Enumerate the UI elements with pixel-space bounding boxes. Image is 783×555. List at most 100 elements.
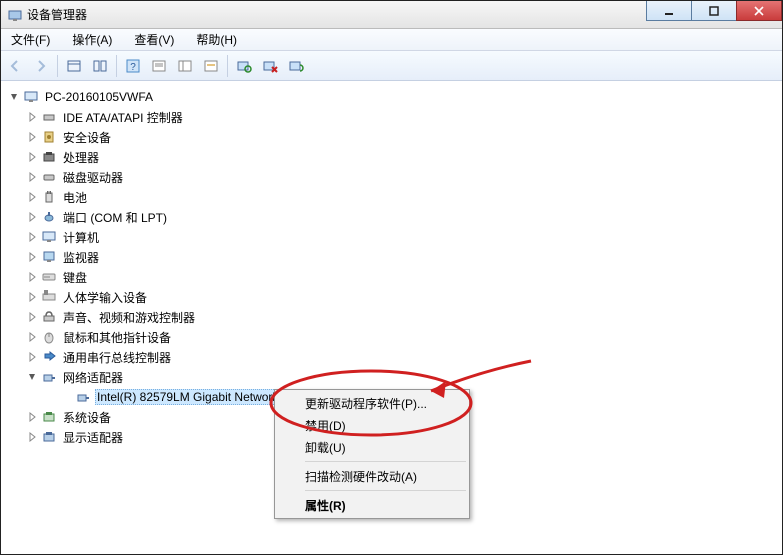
- ide-controller-icon: [41, 109, 57, 125]
- monitor-icon: [41, 249, 57, 265]
- device-manager-window: 设备管理器 文件(F) 操作(A) 查看(V) 帮助(H) ?: [0, 0, 783, 555]
- expand-icon[interactable]: [25, 230, 39, 244]
- display-adapter-icon: [41, 429, 57, 445]
- tree-category-label: 电池: [61, 188, 89, 207]
- menu-help[interactable]: 帮助(H): [190, 29, 243, 50]
- expand-icon[interactable]: [25, 190, 39, 204]
- tree-root-node[interactable]: PC-20160105VWFA: [7, 87, 782, 107]
- window-buttons: [647, 1, 782, 21]
- battery-icon: [41, 189, 57, 205]
- menu-uninstall[interactable]: 卸载(U): [277, 436, 467, 458]
- tree-category-label: 网络适配器: [61, 368, 125, 387]
- toolbar-extra-icon[interactable]: [199, 54, 223, 78]
- tree-category-label: IDE ATA/ATAPI 控制器: [61, 108, 185, 127]
- expand-icon[interactable]: [25, 330, 39, 344]
- computer-icon: [23, 89, 39, 105]
- maximize-button[interactable]: [691, 1, 737, 21]
- menu-properties[interactable]: 属性(R): [277, 494, 467, 516]
- svg-text:?: ?: [130, 62, 136, 73]
- toolbar-properties-icon[interactable]: [147, 54, 171, 78]
- security-device-icon: [41, 129, 57, 145]
- tree-category-node[interactable]: 计算机: [25, 227, 782, 247]
- audio-icon: [41, 309, 57, 325]
- toolbar: ?: [1, 51, 782, 81]
- usb-icon: [41, 349, 57, 365]
- tree-category-label: 监视器: [61, 248, 101, 267]
- tree-category-node[interactable]: 磁盘驱动器: [25, 167, 782, 187]
- tree-category-label: 显示适配器: [61, 428, 125, 447]
- close-button[interactable]: [736, 1, 782, 21]
- tree-category-node[interactable]: 通用串行总线控制器: [25, 347, 782, 367]
- menu-action[interactable]: 操作(A): [66, 29, 118, 50]
- menu-disable[interactable]: 禁用(D): [277, 414, 467, 436]
- expand-icon[interactable]: [25, 110, 39, 124]
- toolbar-update-icon[interactable]: [284, 54, 308, 78]
- network-card-icon: [75, 389, 91, 405]
- keyboard-icon: [41, 269, 57, 285]
- expand-icon[interactable]: [25, 290, 39, 304]
- expand-icon[interactable]: [25, 170, 39, 184]
- menu-update-driver[interactable]: 更新驱动程序软件(P)...: [277, 392, 467, 414]
- expand-icon[interactable]: [25, 350, 39, 364]
- toolbar-list-icon[interactable]: [88, 54, 112, 78]
- expand-icon[interactable]: [25, 210, 39, 224]
- separator-icon: [57, 55, 58, 77]
- tree-category-node[interactable]: 声音、视频和游戏控制器: [25, 307, 782, 327]
- context-menu: 更新驱动程序软件(P)... 禁用(D) 卸载(U) 扫描检测硬件改动(A) 属…: [274, 389, 470, 519]
- tree-category-label: 鼠标和其他指针设备: [61, 328, 173, 347]
- forward-button[interactable]: [29, 54, 53, 78]
- spacer: [59, 390, 73, 404]
- expand-icon[interactable]: [25, 130, 39, 144]
- separator-icon: [227, 55, 228, 77]
- hid-icon: [41, 289, 57, 305]
- menu-bar: 文件(F) 操作(A) 查看(V) 帮助(H): [1, 29, 782, 51]
- expand-icon[interactable]: [25, 150, 39, 164]
- menu-file[interactable]: 文件(F): [5, 29, 56, 50]
- tree-category-label: 计算机: [61, 228, 101, 247]
- expand-icon[interactable]: [25, 250, 39, 264]
- toolbar-details-icon[interactable]: [173, 54, 197, 78]
- expand-icon[interactable]: [25, 430, 39, 444]
- tree-category-node[interactable]: IDE ATA/ATAPI 控制器: [25, 107, 782, 127]
- port-icon: [41, 209, 57, 225]
- separator-icon: [116, 55, 117, 77]
- menu-separator: [305, 490, 466, 491]
- collapse-icon[interactable]: [7, 90, 21, 104]
- tree-category-node[interactable]: 监视器: [25, 247, 782, 267]
- menu-scan-hardware[interactable]: 扫描检测硬件改动(A): [277, 465, 467, 487]
- tree-category-node[interactable]: 端口 (COM 和 LPT): [25, 207, 782, 227]
- collapse-icon[interactable]: [25, 370, 39, 384]
- expand-icon[interactable]: [25, 310, 39, 324]
- back-button[interactable]: [3, 54, 27, 78]
- minimize-button[interactable]: [646, 1, 692, 21]
- system-device-icon: [41, 409, 57, 425]
- tree-category-label: 系统设备: [61, 408, 113, 427]
- tree-category-label: 安全设备: [61, 128, 113, 147]
- tree-category-label: 处理器: [61, 148, 101, 167]
- tree-category-label: 键盘: [61, 268, 89, 287]
- tree-category-label: 声音、视频和游戏控制器: [61, 308, 197, 327]
- tree-category-node[interactable]: 安全设备: [25, 127, 782, 147]
- tree-category-label: 通用串行总线控制器: [61, 348, 173, 367]
- menu-separator: [305, 461, 466, 462]
- computer-icon: [41, 229, 57, 245]
- network-adapter-icon: [41, 369, 57, 385]
- menu-view[interactable]: 查看(V): [128, 29, 180, 50]
- tree-category-node[interactable]: 处理器: [25, 147, 782, 167]
- tree-category-node[interactable]: 网络适配器: [25, 367, 782, 387]
- processor-icon: [41, 149, 57, 165]
- tree-category-node[interactable]: 键盘: [25, 267, 782, 287]
- tree-category-node[interactable]: 电池: [25, 187, 782, 207]
- toolbar-help-icon[interactable]: ?: [121, 54, 145, 78]
- toolbar-view-icon[interactable]: [62, 54, 86, 78]
- expand-icon[interactable]: [25, 410, 39, 424]
- tree-category-node[interactable]: 鼠标和其他指针设备: [25, 327, 782, 347]
- app-icon: [7, 7, 23, 23]
- tree-category-node[interactable]: 人体学输入设备: [25, 287, 782, 307]
- toolbar-scan-icon[interactable]: [232, 54, 256, 78]
- window-title: 设备管理器: [27, 6, 87, 23]
- expand-icon[interactable]: [25, 270, 39, 284]
- tree-root-label: PC-20160105VWFA: [43, 89, 155, 105]
- toolbar-uninstall-icon[interactable]: [258, 54, 282, 78]
- title-bar: 设备管理器: [1, 1, 782, 29]
